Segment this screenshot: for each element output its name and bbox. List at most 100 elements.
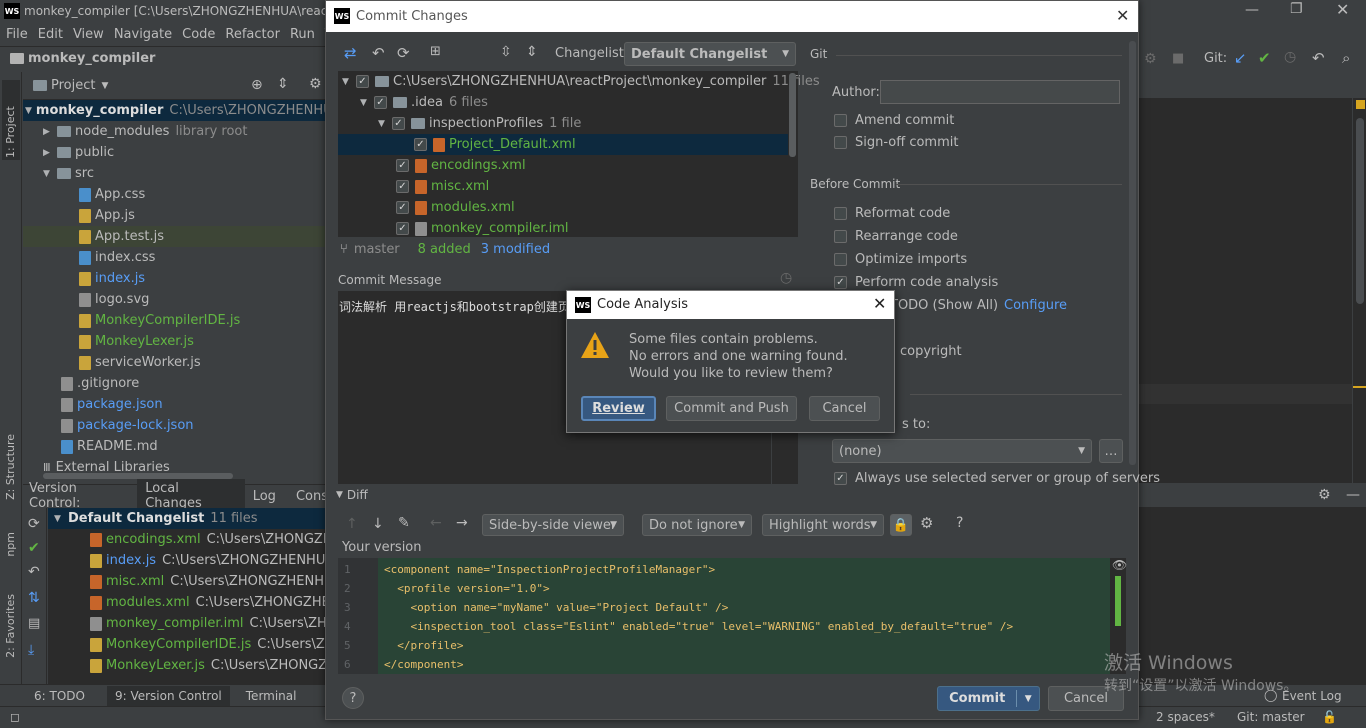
git-branch-status[interactable]: Git: master — [1237, 710, 1305, 724]
help-icon[interactable]: ? — [956, 515, 963, 531]
tree-item[interactable]: index.css — [79, 247, 155, 268]
tree-item[interactable]: misc.xml — [396, 176, 489, 197]
ignore-select[interactable]: Do not ignore ▼ — [642, 514, 752, 536]
added-count[interactable]: 8 added — [418, 242, 471, 257]
indent-status[interactable]: 2 spaces* — [1156, 710, 1215, 724]
tree-item[interactable]: ▼inspectionProfiles1 file — [378, 113, 581, 134]
options-scrollbar[interactable] — [1129, 41, 1136, 465]
always-use-checkbox[interactable] — [834, 472, 847, 485]
refresh-icon[interactable]: ⟳ — [28, 516, 40, 532]
tree-item[interactable]: logo.svg — [79, 289, 149, 310]
amend-commit-option[interactable]: Amend commit — [834, 113, 954, 128]
collapse-all-icon[interactable]: ⇕ — [277, 76, 289, 92]
project-view-selector[interactable]: Project — [51, 78, 95, 93]
list-item[interactable]: MonkeyLexer.js C:\Users\ZHONGZHE — [90, 655, 345, 676]
tree-item[interactable]: monkey_compiler.iml — [396, 218, 569, 239]
tab-project[interactable]: 1: Project — [4, 84, 17, 158]
changelist-row[interactable]: ▼ Default Changelist 11 files — [48, 508, 328, 529]
author-input[interactable] — [880, 80, 1120, 104]
tree-item[interactable]: App.js — [79, 205, 135, 226]
tree-item[interactable]: ▼ monkey_compiler C:\Users\ZHONGZHENHU — [23, 100, 333, 121]
diff-editor[interactable]: 1 2 3 4 5 6 <component name="InspectionP… — [338, 558, 1127, 674]
review-button[interactable]: Review — [581, 396, 656, 421]
rearrange-option[interactable]: Rearrange code — [834, 229, 958, 244]
lock-icon[interactable]: 🔒 — [890, 514, 912, 536]
tree-item[interactable]: encodings.xml — [396, 155, 526, 176]
tab-todo[interactable]: 6: TODO — [34, 689, 85, 703]
highlight-select[interactable]: Highlight words ▼ — [762, 514, 884, 536]
tree-item[interactable]: serviceWorker.js — [79, 352, 201, 373]
gear-icon[interactable]: ⚙ — [1318, 487, 1331, 503]
hide-panel-icon[interactable]: — — [1346, 487, 1360, 503]
diff-section-header[interactable]: ▼ Diff — [336, 488, 368, 502]
include-checkbox[interactable] — [356, 75, 369, 88]
menu-run[interactable]: Run — [290, 27, 315, 42]
tab-console[interactable]: Cons — [296, 489, 328, 504]
reformat-checkbox[interactable] — [834, 207, 847, 220]
list-item[interactable]: monkey_compiler.iml C:\Users\ZHON — [90, 613, 347, 634]
commit-and-push-button[interactable]: Commit and Push — [666, 396, 797, 421]
tab-log[interactable]: Log — [253, 489, 276, 504]
close-icon[interactable]: ✕ — [1116, 6, 1129, 25]
edit-icon[interactable]: ✎ — [398, 515, 410, 531]
browse-button[interactable]: … — [1099, 439, 1123, 463]
todo-option[interactable]: TODO (Show All) Configure — [890, 298, 1067, 313]
toggle-tool-windows-icon[interactable]: ◻ — [10, 710, 20, 724]
configure-link[interactable]: Configure — [1004, 298, 1067, 313]
diff-icon[interactable]: ▤ — [28, 616, 40, 631]
menu-code[interactable]: Code — [182, 27, 215, 42]
tree-item[interactable]: App.css — [79, 184, 145, 205]
always-use-option[interactable]: Always use selected server or group of s… — [834, 471, 1160, 486]
gear-icon[interactable]: ⚙ — [309, 76, 322, 92]
tree-item[interactable]: .gitignore — [61, 373, 139, 394]
arrow-up-icon[interactable]: ↑ — [346, 516, 358, 532]
arrow-down-icon[interactable]: ↓ — [372, 516, 384, 532]
optimize-imports-option[interactable]: Optimize imports — [834, 252, 967, 267]
tree-item[interactable]: ▼C:\Users\ZHONGZHENHUA\reactProject\monk… — [338, 71, 820, 92]
revert-icon[interactable]: ↶ — [1312, 49, 1325, 67]
tree-item[interactable]: README.md — [61, 436, 158, 457]
message-history-icon[interactable]: ◷ — [780, 270, 792, 286]
include-checkbox[interactable] — [396, 159, 409, 172]
debug-icon[interactable]: ⚙ — [1144, 51, 1157, 67]
tab-version-control[interactable]: 9: Version Control — [106, 685, 230, 706]
tree-item[interactable]: MonkeyLexer.js — [79, 331, 194, 352]
menu-file[interactable]: File — [6, 27, 28, 42]
tree-item[interactable]: modules.xml — [396, 197, 515, 218]
menu-edit[interactable]: Edit — [38, 27, 63, 42]
list-item[interactable]: MonkeyCompilerIDE.js C:\Users\ZHO — [90, 634, 345, 655]
minimize-icon[interactable]: — — [1245, 2, 1259, 18]
tree-item[interactable]: ▶ node_modules library root — [23, 121, 328, 142]
signoff-checkbox[interactable] — [834, 136, 847, 149]
tree-item[interactable]: index.js — [79, 268, 145, 289]
git-commit-icon[interactable]: ✔ — [1258, 49, 1271, 67]
menu-view[interactable]: View — [73, 27, 104, 42]
tree-item[interactable]: package.json — [61, 394, 163, 415]
list-item[interactable]: modules.xml C:\Users\ZHONGZHENH — [90, 592, 349, 613]
tab-terminal[interactable]: Terminal — [246, 689, 297, 703]
show-diff-icon[interactable]: ⇄ — [344, 44, 357, 62]
tab-npm[interactable]: npm — [4, 532, 17, 557]
include-checkbox[interactable] — [414, 138, 427, 151]
commit-button[interactable]: Commit ▼ — [937, 686, 1040, 711]
download-icon[interactable]: ⤓ — [28, 642, 34, 658]
rollback-icon[interactable]: ↶ — [372, 44, 385, 62]
menu-refactor[interactable]: Refactor — [225, 27, 280, 42]
tree-scrollbar[interactable] — [789, 73, 796, 157]
include-checkbox[interactable] — [396, 201, 409, 214]
include-checkbox[interactable] — [396, 180, 409, 193]
history-icon[interactable]: ◷ — [1284, 49, 1296, 65]
arrow-right-icon[interactable]: → — [456, 515, 468, 531]
tree-item[interactable]: Project_Default.xml — [338, 134, 788, 155]
gear-icon[interactable]: ⚙ — [920, 514, 933, 532]
rearrange-checkbox[interactable] — [834, 230, 847, 243]
close-icon[interactable]: ✕ — [873, 294, 886, 313]
group-by-icon[interactable]: ⊞ — [430, 44, 441, 59]
tree-item[interactable]: App.test.js — [23, 226, 328, 247]
tree-item[interactable]: package-lock.json — [61, 415, 194, 436]
push-target-select[interactable]: (none) ▼ — [832, 439, 1092, 463]
expand-all-icon[interactable]: ⇳ — [500, 44, 512, 60]
collapse-all-icon[interactable]: ⇕ — [526, 44, 538, 60]
rollback-icon[interactable]: ↶ — [28, 564, 40, 580]
stop-icon[interactable]: ■ — [1172, 51, 1184, 66]
